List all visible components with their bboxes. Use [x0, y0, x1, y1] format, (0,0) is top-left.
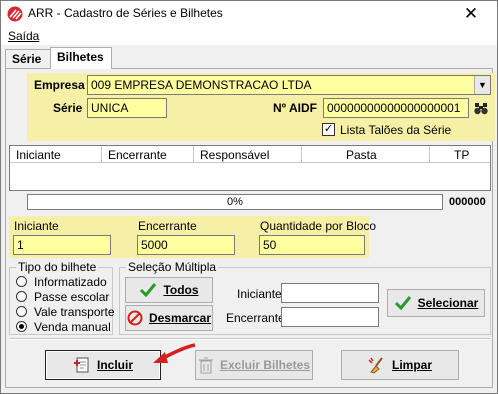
serie-input[interactable]: UNICA [87, 98, 167, 118]
tab-serie-label: Série [12, 52, 42, 66]
grid-header: Iniciante Encerrante Responsável Pasta T… [10, 146, 490, 163]
trash-icon [198, 357, 213, 374]
qtd-bloco-value: 50 [263, 238, 277, 252]
tab-serie[interactable]: Série [5, 49, 51, 69]
todos-label: Todos [163, 283, 199, 297]
title-bar[interactable]: ARR - Cadastro de Séries e Bilhetes ✕ [1, 1, 497, 27]
lista-taloes-checkbox[interactable]: ✓ [322, 123, 335, 136]
desmarcar-label: Desmarcar [148, 311, 212, 325]
close-button[interactable]: ✕ [445, 1, 497, 26]
excluir-bilhetes-button[interactable]: Excluir Bilhetes [195, 350, 313, 380]
bilhetes-grid[interactable]: Iniciante Encerrante Responsável Pasta T… [9, 145, 491, 191]
serie-value: UNICA [91, 101, 129, 115]
chevron-down-icon[interactable]: ▼ [474, 76, 490, 94]
excluir-bilhetes-label: Excluir Bilhetes [219, 358, 311, 372]
radio-venda-manual-label: Venda manual [34, 320, 111, 334]
sel-encerrante-label: Encerrante [226, 311, 285, 325]
menu-saida[interactable]: Saída [8, 29, 39, 43]
column-header-pasta-label: Pasta [346, 148, 377, 162]
tab-bilhetes-label: Bilhetes [57, 50, 104, 64]
checkmark-icon [394, 296, 411, 311]
desmarcar-button[interactable]: Desmarcar [125, 305, 213, 331]
menu-bar: Saída [1, 27, 497, 45]
add-document-icon [73, 357, 89, 373]
menu-saida-label: Saída [8, 29, 40, 43]
progress-text: 0% [227, 196, 243, 208]
binoculars-icon [474, 103, 488, 115]
radio-venda-manual[interactable] [16, 321, 27, 332]
column-header-encerrante[interactable]: Encerrante [102, 146, 194, 163]
app-logo-icon [7, 6, 23, 22]
column-header-tp-label: TP [454, 148, 470, 162]
window-title: ARR - Cadastro de Séries e Bilhetes [28, 6, 223, 20]
range-iniciante-value: 1 [17, 238, 24, 252]
aidf-input[interactable]: 00000000000000000001 [323, 98, 469, 118]
sel-iniciante-label: Iniciante [237, 287, 282, 301]
progress-bar: 0% [27, 194, 443, 210]
limpar-button[interactable]: Limpar [341, 350, 459, 380]
app-window: ARR - Cadastro de Séries e Bilhetes ✕ Sa… [0, 0, 498, 394]
range-iniciante-label: Iniciante [14, 219, 59, 233]
column-header-iniciante-label: Iniciante [16, 148, 61, 162]
pointer-arrow-icon [153, 343, 196, 363]
progress-count: 000000 [449, 196, 486, 208]
radio-passe-escolar-label: Passe escolar [34, 290, 110, 304]
incluir-button[interactable]: Incluir [45, 350, 161, 380]
selecao-multipla-title: Seleção Múltipla [126, 260, 219, 274]
radio-vale-transporte-label: Vale transporte [34, 305, 115, 319]
sel-iniciante-input[interactable] [281, 283, 379, 303]
no-entry-icon [127, 310, 143, 326]
radio-informatizado[interactable] [16, 276, 27, 287]
sel-encerrante-input[interactable] [281, 307, 379, 327]
todos-button[interactable]: Todos [125, 277, 213, 303]
column-header-responsavel-label: Responsável [200, 148, 270, 162]
incluir-label: Incluir [96, 358, 133, 372]
column-header-pasta[interactable]: Pasta [302, 146, 430, 163]
aidf-label: Nº AIDF [273, 101, 317, 115]
column-header-iniciante[interactable]: Iniciante [10, 146, 102, 163]
qtd-bloco-label: Quantidade por Bloco [260, 219, 377, 233]
empresa-label: Empresa [34, 78, 85, 92]
column-header-tp[interactable]: TP [430, 146, 490, 163]
aidf-value: 00000000000000000001 [327, 101, 461, 115]
separator [9, 338, 491, 340]
radio-passe-escolar[interactable] [16, 291, 27, 302]
limpar-label: Limpar [391, 358, 432, 372]
close-icon: ✕ [463, 3, 479, 23]
checkmark-icon [140, 283, 157, 298]
lista-taloes-label: Lista Talões da Série [340, 123, 452, 137]
serie-label: Série [53, 101, 83, 115]
selecionar-button[interactable]: Selecionar [387, 289, 485, 317]
radio-informatizado-label: Informatizado [34, 275, 107, 289]
empresa-value: 009 EMPRESA DEMONSTRACAO LTDA [91, 78, 312, 92]
range-iniciante-input[interactable]: 1 [13, 235, 111, 255]
column-header-responsavel[interactable]: Responsável [194, 146, 302, 163]
range-encerrante-value: 5000 [141, 238, 168, 252]
range-encerrante-input[interactable]: 5000 [137, 235, 235, 255]
tipo-bilhete-title: Tipo do bilhete [16, 260, 99, 274]
radio-vale-transporte[interactable] [16, 306, 27, 317]
selecionar-label: Selecionar [417, 296, 479, 310]
broom-icon [368, 357, 383, 374]
tab-bilhetes[interactable]: Bilhetes [50, 47, 112, 69]
binoculars-search-button[interactable] [471, 98, 491, 118]
column-header-encerrante-label: Encerrante [108, 148, 167, 162]
range-encerrante-label: Encerrante [138, 219, 197, 233]
qtd-bloco-input[interactable]: 50 [259, 235, 365, 255]
empresa-select[interactable]: 009 EMPRESA DEMONSTRACAO LTDA ▼ [87, 75, 491, 95]
